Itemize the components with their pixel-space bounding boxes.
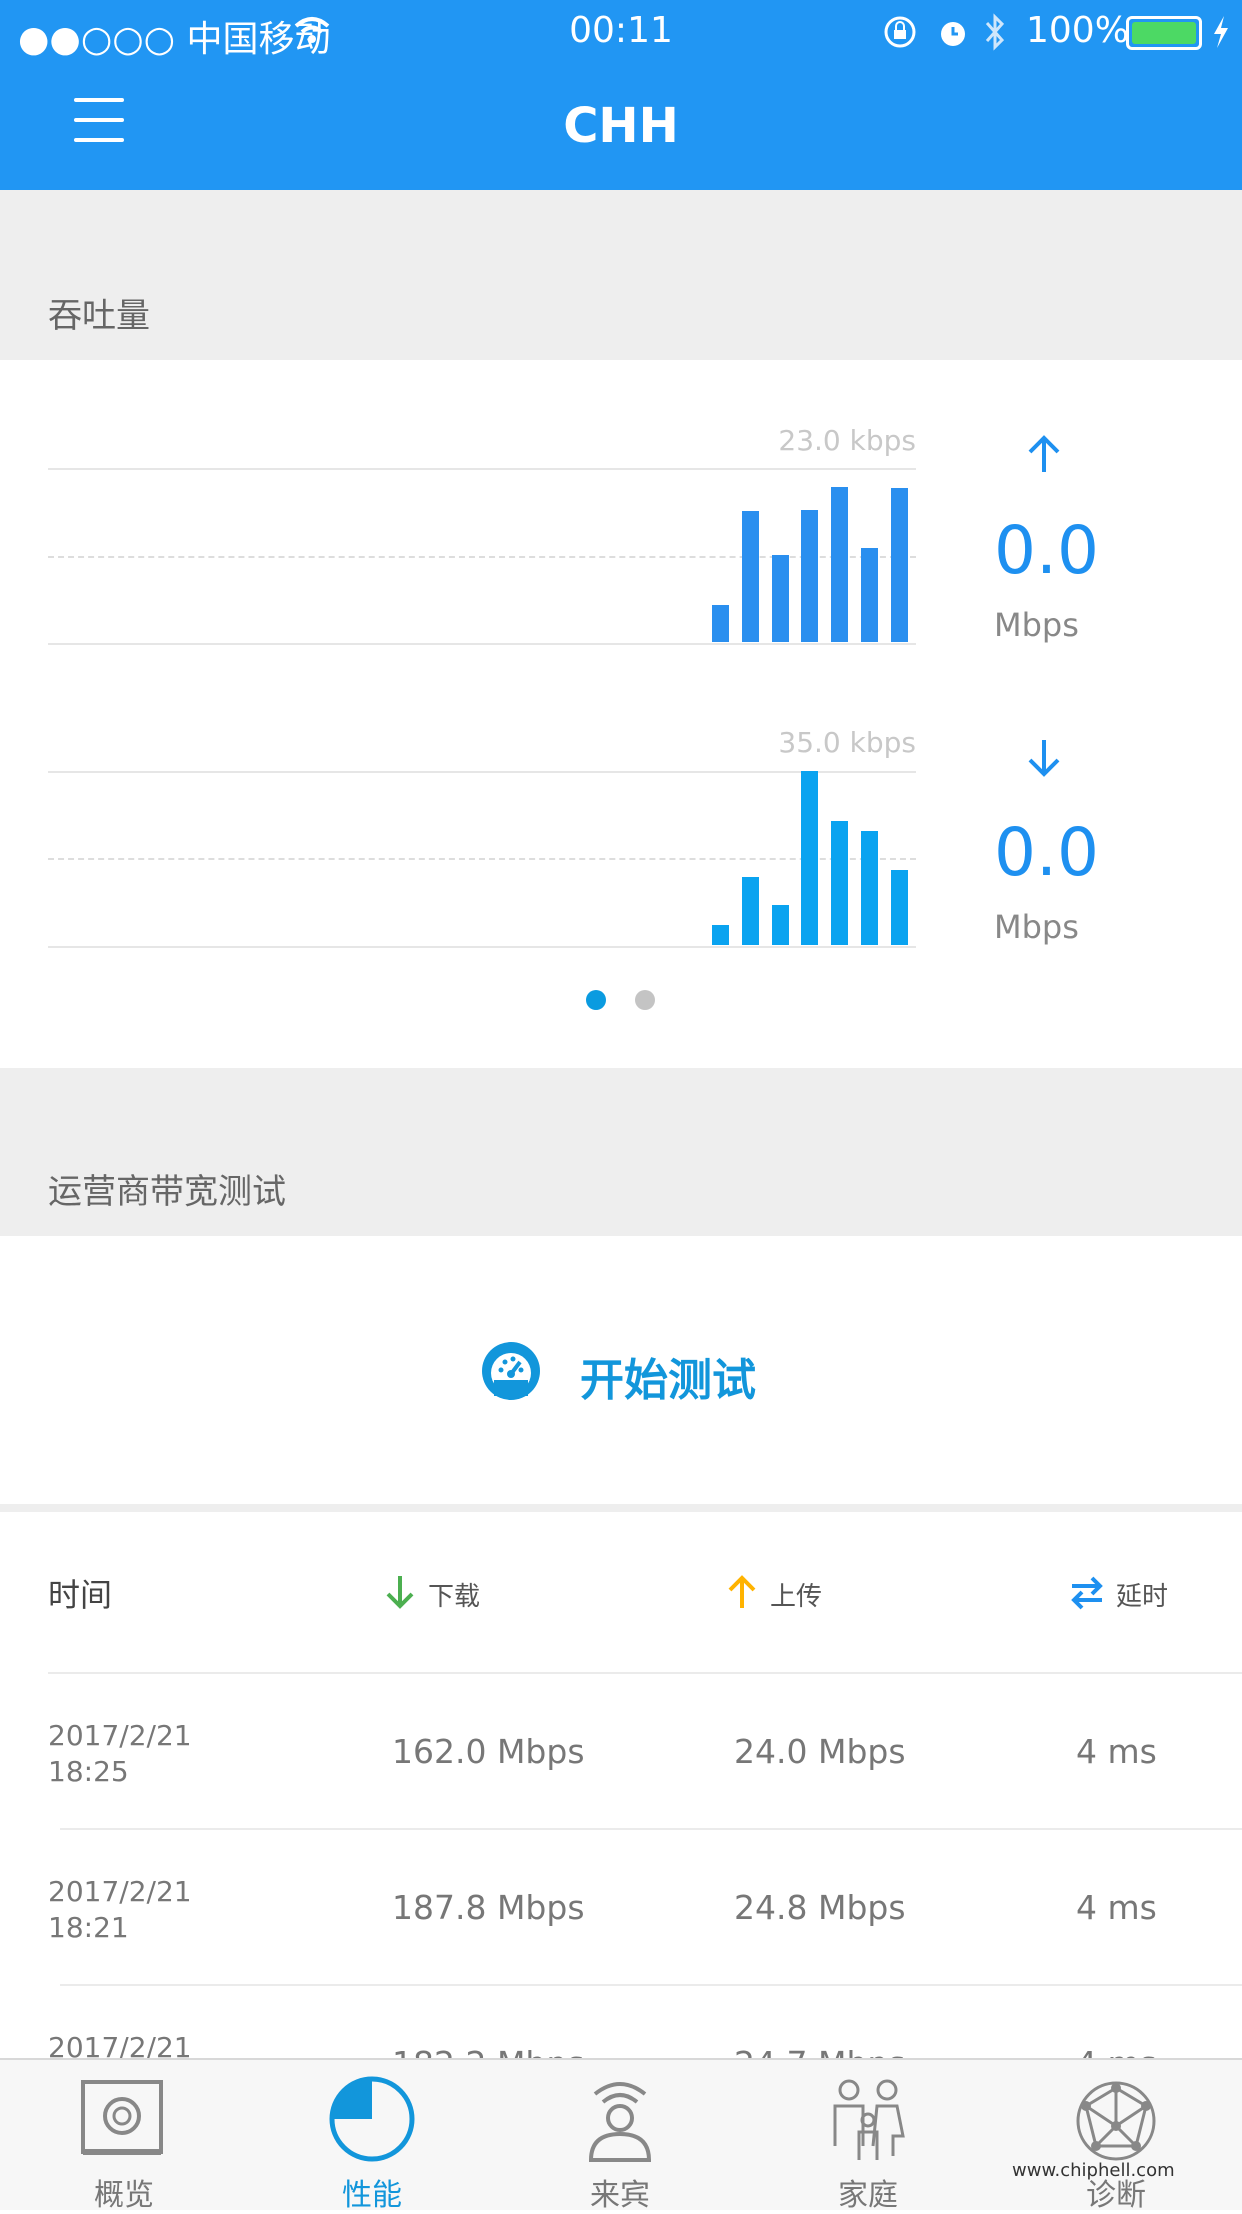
chart-bar [890,870,908,945]
chart-bar [741,876,759,945]
clock: 00:11 [569,10,673,51]
chart-bar [861,548,878,642]
chart-bar [890,487,908,642]
grid-line [48,771,916,773]
tab-family[interactable]: 家庭 [778,2060,958,2213]
chart-bar [801,509,819,642]
family-icon [833,2079,905,2160]
download-max-label: 35.0 kbps [778,726,916,759]
chart-bar [831,486,849,642]
col-time-header: 时间 [48,1576,113,1614]
page-dot-active[interactable] [586,990,606,1010]
download-value: 0.0 [994,814,1099,891]
speedometer-icon [482,1342,540,1400]
start-test-label: 开始测试 [580,1355,756,1406]
chart-bar [741,511,759,642]
tab-label: 性能 [342,2178,402,2213]
upload-arrow-icon [1028,435,1060,472]
tab-performance[interactable]: 性能 [282,2060,462,2213]
upload-unit: Mbps [994,606,1079,644]
download-unit: Mbps [994,908,1079,946]
latency-swap-icon [1071,1576,1103,1610]
tab-label: 概览 [94,2178,154,2213]
col-download-header: 下载 [428,1582,481,1612]
battery-percent: 100% [1026,10,1129,51]
speedtest-title: 运营商带宽测试 [48,1172,286,1212]
chart-bar [831,820,849,945]
orientation-lock-icon [884,16,916,48]
tab-label: 家庭 [838,2178,898,2213]
chart-bar [771,905,789,945]
tab-bar: 概览 性能 来宾 家庭 诊断 www.chiphell.com [0,2058,1242,2213]
row-download: 187.8 Mbps [392,1888,585,1927]
throughput-section-header: 吞吐量 [0,190,1242,360]
start-test-button[interactable]: 开始测试 [460,1324,800,1414]
upload-arrow-icon [728,1575,756,1608]
page-title: CHH [563,98,679,154]
divider [0,1504,1242,1512]
download-arrow-icon [1028,740,1060,777]
row-time: 18:25 [48,1755,129,1788]
tab-label: 来宾 [590,2178,650,2213]
wifi-icon [294,17,330,43]
charging-icon [1214,16,1228,48]
download-arrow-icon [386,1576,414,1609]
chart-bar [771,555,789,642]
grid-line [48,946,916,948]
grid-line [48,468,916,470]
performance-icon [329,2076,415,2162]
col-upload-header: 上传 [770,1582,823,1612]
guest-icon [588,2082,652,2162]
watermark: www.chiphell.com [1012,2160,1175,2181]
throughput-title: 吞吐量 [48,296,150,336]
chart-bar [861,830,878,945]
speedtest-section-header: 运营商带宽测试 [0,1068,1242,1236]
page-dot[interactable] [635,990,655,1010]
battery-icon [1126,16,1202,50]
chart-bar [801,771,819,945]
bluetooth-icon [985,13,1005,51]
overview-icon [81,2080,163,2155]
upload-value: 0.0 [994,512,1099,589]
tab-diagnose[interactable]: 诊断 [1026,2060,1206,2213]
table-row[interactable]: 2017/2/21 18:25 162.0 Mbps 24.0 Mbps 4 m… [0,1674,1242,1828]
grid-line [48,643,916,645]
row-latency: 4 ms [1076,1888,1157,1927]
row-download: 162.0 Mbps [392,1732,585,1771]
chart-bar [712,924,729,945]
col-latency-header: 延时 [1116,1582,1169,1612]
top-bar: ●●○○○ 中国移动 00:11 100% CHH [0,0,1242,190]
row-time: 18:21 [48,1911,129,1944]
row-date: 2017/2/21 [48,1719,192,1752]
diagnose-icon [1076,2081,1156,2161]
table-row[interactable]: 2017/2/21 18:21 187.8 Mbps 24.8 Mbps 4 m… [0,1830,1242,1984]
row-upload: 24.0 Mbps [734,1732,906,1771]
alarm-icon [941,22,965,46]
row-upload: 24.8 Mbps [734,1888,906,1927]
grid-midline [48,858,916,860]
row-date: 2017/2/21 [48,1875,192,1908]
upload-max-label: 23.0 kbps [778,424,916,457]
chart-bar [712,604,729,642]
row-latency: 4 ms [1076,1732,1157,1771]
tab-guest[interactable]: 来宾 [530,2060,710,2213]
carrier-signal: ●●○○○ 中国移动 [18,19,331,60]
tab-overview[interactable]: 概览 [34,2060,214,2213]
